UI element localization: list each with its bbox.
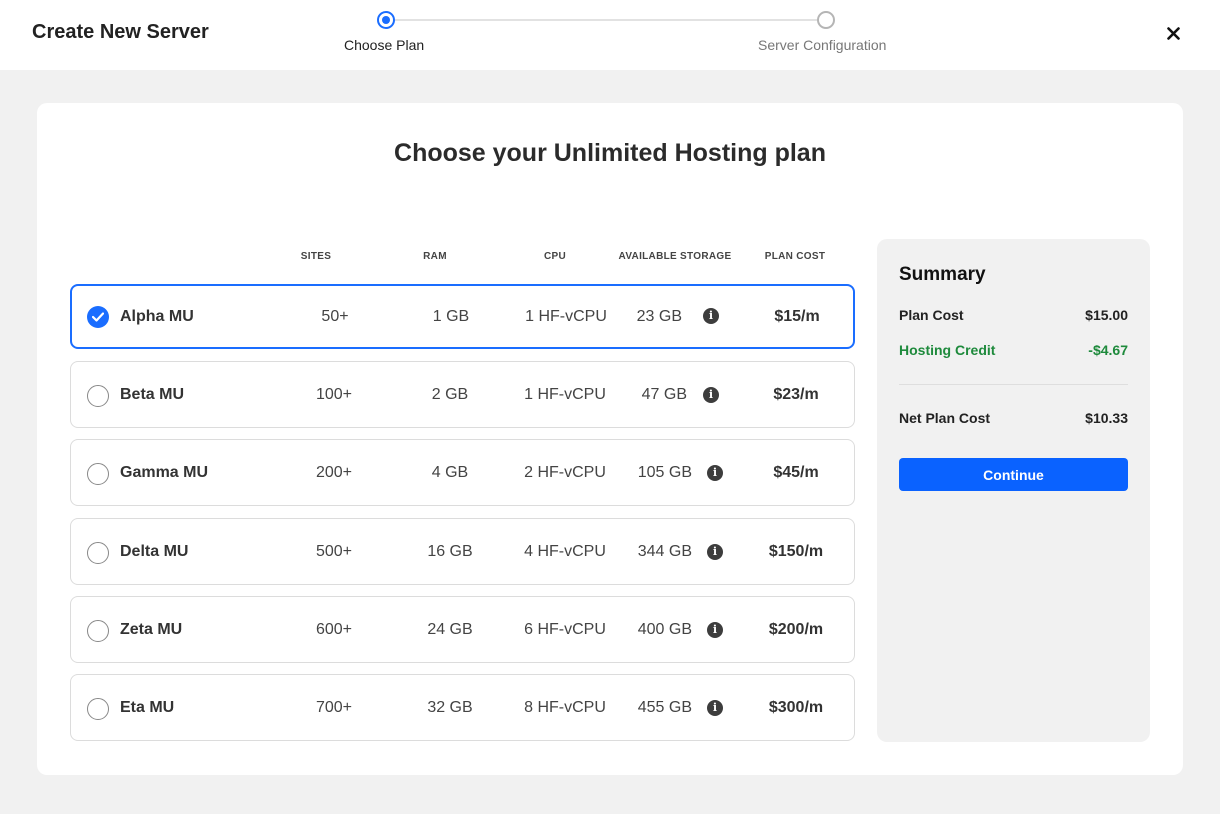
plan-sites: 100+ [315, 386, 353, 403]
info-icon[interactable]: i [707, 700, 723, 716]
plan-ram: 1 GB [432, 308, 470, 325]
column-header-ram: RAM [423, 251, 447, 262]
step-server-configuration-indicator [817, 11, 835, 29]
plan-sites: 200+ [315, 464, 353, 481]
plan-cost: $45/m [773, 464, 819, 481]
plan-ram: 2 GB [431, 386, 469, 403]
plan-row-alpha-mu[interactable]: Alpha MU 50+ 1 GB 1 HF-vCPU 23 GB i $15/… [70, 284, 855, 349]
plan-sites: 500+ [315, 543, 353, 560]
info-icon[interactable]: i [707, 544, 723, 560]
plan-cost: $15/m [774, 308, 820, 325]
plan-name: Delta MU [120, 543, 189, 560]
plan-cpu: 2 HF-vCPU [524, 464, 606, 481]
column-header-sites: SITES [300, 251, 332, 262]
continue-button[interactable]: Continue [899, 458, 1128, 491]
net-plan-cost-value: $10.33 [1085, 410, 1128, 426]
info-icon[interactable]: i [707, 465, 723, 481]
window-title: Create New Server [32, 21, 209, 43]
radio-unchecked[interactable] [87, 385, 109, 407]
plan-storage: 47 GB [641, 386, 687, 403]
net-plan-cost-label: Net Plan Cost [899, 410, 991, 426]
plan-storage: 455 GB [637, 699, 692, 716]
plan-name: Beta MU [120, 386, 185, 403]
column-header-plan-cost: PLAN COST [764, 251, 826, 262]
info-icon[interactable]: i [707, 622, 723, 638]
plan-ram: 32 GB [427, 699, 473, 716]
plan-cost: $300/m [768, 699, 824, 716]
close-button[interactable] [1161, 21, 1185, 45]
radio-unchecked[interactable] [87, 698, 109, 720]
plan-cpu: 1 HF-vCPU [524, 386, 606, 403]
plan-ram: 16 GB [427, 543, 473, 560]
plan-sites: 50+ [321, 308, 349, 325]
radio-checked[interactable] [87, 306, 109, 328]
plan-name: Gamma MU [120, 464, 209, 481]
radio-unchecked[interactable] [87, 542, 109, 564]
plan-cost: $150/m [768, 543, 824, 560]
plan-sites: 700+ [315, 699, 353, 716]
plan-cpu: 4 HF-vCPU [524, 543, 606, 560]
column-header-available-storage: AVAILABLE STORAGE [618, 251, 732, 262]
plan-storage: 105 GB [637, 464, 692, 481]
plan-cost: $23/m [773, 386, 819, 403]
step-server-configuration-label: Server Configuration [758, 37, 887, 53]
plan-cpu: 1 HF-vCPU [525, 308, 607, 325]
top-bar: Create New Server Choose Plan Server Con… [0, 0, 1220, 70]
close-icon [1166, 26, 1180, 40]
step-choose-plan-indicator [377, 11, 395, 29]
plan-cost: $200/m [768, 621, 824, 638]
column-header-cpu: CPU [543, 251, 566, 262]
plan-ram: 4 GB [431, 464, 469, 481]
summary-divider [899, 384, 1128, 385]
check-icon [92, 312, 104, 322]
plan-cpu: 8 HF-vCPU [524, 699, 606, 716]
plan-cost-label: Plan Cost [899, 307, 964, 323]
plan-storage: 23 GB [636, 308, 682, 325]
radio-unchecked[interactable] [87, 620, 109, 642]
info-icon[interactable]: i [703, 308, 719, 324]
plan-row-delta-mu[interactable]: Delta MU 500+ 16 GB 4 HF-vCPU 344 GB i $… [70, 518, 855, 585]
plan-name: Zeta MU [120, 621, 183, 638]
plan-row-beta-mu[interactable]: Beta MU 100+ 2 GB 1 HF-vCPU 47 GB i $23/… [70, 361, 855, 428]
plan-cpu: 6 HF-vCPU [524, 621, 606, 638]
plan-name: Eta MU [120, 699, 175, 716]
hosting-credit-label: Hosting Credit [899, 342, 996, 358]
hosting-credit-value: -$4.67 [1088, 342, 1128, 358]
plan-name: Alpha MU [120, 308, 194, 325]
plan-cost-value: $15.00 [1085, 307, 1128, 323]
plan-ram: 24 GB [427, 621, 473, 638]
page-title: Choose your Unlimited Hosting plan [394, 139, 826, 167]
stepper-track [386, 19, 826, 21]
plan-row-eta-mu[interactable]: Eta MU 700+ 32 GB 8 HF-vCPU 455 GB i $30… [70, 674, 855, 741]
plan-sites: 600+ [315, 621, 353, 638]
summary-title: Summary [899, 264, 986, 285]
summary-panel: Summary Plan Cost $15.00 Hosting Credit … [877, 239, 1150, 742]
info-icon[interactable]: i [703, 387, 719, 403]
plan-row-zeta-mu[interactable]: Zeta MU 600+ 24 GB 6 HF-vCPU 400 GB i $2… [70, 596, 855, 663]
step-choose-plan-label: Choose Plan [344, 37, 425, 53]
plan-selection-card: Choose your Unlimited Hosting plan SITES… [37, 103, 1183, 775]
plan-row-gamma-mu[interactable]: Gamma MU 200+ 4 GB 2 HF-vCPU 105 GB i $4… [70, 439, 855, 506]
radio-unchecked[interactable] [87, 463, 109, 485]
plan-storage: 400 GB [637, 621, 692, 638]
plan-storage: 344 GB [637, 543, 692, 560]
